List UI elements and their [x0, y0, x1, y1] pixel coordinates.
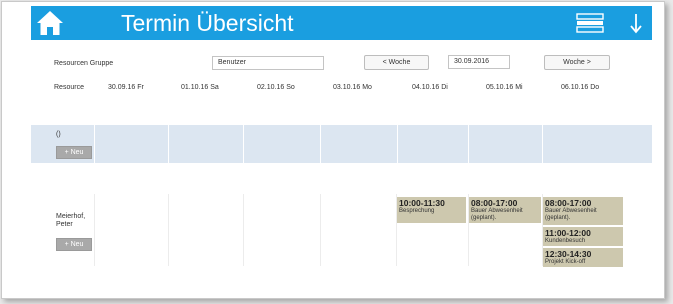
resource-group-label: Resourcen Gruppe	[54, 60, 114, 67]
menu-icon[interactable]	[576, 13, 604, 33]
appointment-card[interactable]: 08:00-17:00 Bauer Abwesenheit (geplant).	[543, 197, 623, 225]
resource-name: Meierhof, Peter	[56, 213, 86, 228]
appointment-description: Bauer Abwesenheit (geplant).	[545, 208, 597, 221]
day-header: 05.10.16 Mi	[486, 84, 523, 91]
appointment-time: 08:00-17:00	[471, 198, 518, 208]
column-divider	[397, 125, 398, 163]
day-header: 30.09.16 Fr	[108, 84, 144, 91]
column-divider	[94, 194, 95, 266]
column-divider	[168, 194, 169, 266]
date-field[interactable]: 30.09.2016	[448, 55, 510, 69]
appointment-description: Kundenbesuch	[545, 238, 586, 244]
new-appointment-button[interactable]: + Neu	[56, 146, 92, 159]
page-title: Termin Übersicht	[121, 10, 294, 36]
resource-name: ()	[56, 131, 61, 138]
day-header: 02.10.16 So	[257, 84, 295, 91]
appointment-time: 12:30-14:30	[545, 249, 592, 259]
table-row	[31, 125, 652, 163]
new-appointment-button[interactable]: + Neu	[56, 238, 92, 251]
column-divider	[468, 125, 469, 163]
appointment-description: Besprechung	[399, 208, 435, 214]
appointment-time: 11:00-12:00	[545, 228, 591, 238]
column-divider	[243, 194, 244, 266]
day-header: 01.10.16 Sa	[181, 84, 219, 91]
appointment-card[interactable]: 11:00-12:00 Kundenbesuch	[543, 227, 623, 246]
column-divider	[243, 125, 244, 163]
appointment-description: Bauer Abwesenheit (geplant).	[471, 208, 523, 221]
prev-week-button[interactable]: < Woche	[364, 55, 429, 70]
next-week-button[interactable]: Woche >	[544, 55, 610, 70]
app-window: Termin Übersicht Resourcen Gruppe Benutz…	[1, 1, 665, 299]
column-divider	[94, 125, 95, 163]
day-header: 03.10.16 Mo	[333, 84, 372, 91]
column-divider	[320, 125, 321, 163]
arrow-down-icon[interactable]	[629, 12, 643, 34]
column-divider	[542, 125, 543, 163]
appointment-description: Projekt Kick-off	[545, 259, 586, 265]
column-divider	[320, 194, 321, 266]
header-bar: Termin Übersicht	[31, 6, 652, 40]
resource-column-header: Resource	[54, 84, 84, 91]
appointment-card[interactable]: 10:00-11:30 Besprechung	[397, 197, 466, 223]
day-header: 04.10.16 Di	[412, 84, 448, 91]
appointment-time: 10:00-11:30	[399, 198, 445, 208]
resource-group-field[interactable]: Benutzer	[212, 56, 324, 70]
day-header: 06.10.16 Do	[561, 84, 600, 91]
home-icon[interactable]	[36, 10, 64, 36]
appointment-card[interactable]: 08:00-17:00 Bauer Abwesenheit (geplant).	[469, 197, 541, 223]
appointment-time: 08:00-17:00	[545, 198, 592, 208]
appointment-card[interactable]: 12:30-14:30 Projekt Kick-off	[543, 248, 623, 267]
column-divider	[168, 125, 169, 163]
